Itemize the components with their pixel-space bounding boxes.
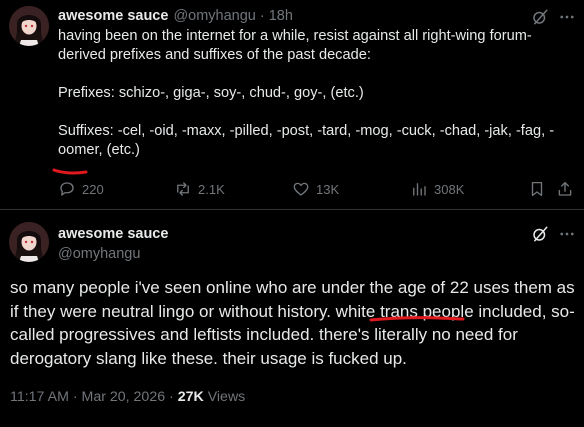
red-underline-annotation <box>52 168 88 175</box>
views-icon <box>413 183 426 196</box>
separator-dot: · <box>259 8 265 24</box>
tweet-1-prefixes: Prefixes: schizo-, giga-, soy-, chud-, g… <box>58 85 364 101</box>
author-name[interactable]: awesome sauce <box>58 8 168 24</box>
tweet-1-paragraph: having been on the internet for a while,… <box>58 28 532 63</box>
tweet-1-text: having been on the internet for a while,… <box>58 27 574 160</box>
author-handle[interactable]: @omyhangu <box>173 8 255 24</box>
tweet-2-text: so many people i've seen online who are … <box>10 278 575 368</box>
tweet-1: awesome sauce @omyhangu · 18h having bee… <box>0 0 584 210</box>
avatar[interactable] <box>9 6 49 46</box>
views-label: Views <box>203 389 246 405</box>
bookmark-icon <box>531 181 543 197</box>
avatar[interactable] <box>9 222 49 262</box>
post-timestamp[interactable]: 11:17 AM · Mar 20, 2026 · <box>10 389 178 405</box>
like-count: 13K <box>316 181 340 197</box>
views-count: 308K <box>434 181 465 197</box>
tweet-2-author: awesome sauce @omyhangu <box>58 224 168 264</box>
repost-button[interactable]: 2.1K <box>174 178 225 200</box>
repost-icon <box>177 182 189 196</box>
tweet-1-actions: 220 2.1K 13K 308K <box>58 178 578 200</box>
more-icon[interactable] <box>558 225 576 243</box>
share-button[interactable] <box>556 178 574 200</box>
grok-icon[interactable] <box>531 225 549 243</box>
views-button[interactable]: 308K <box>410 178 464 200</box>
heart-icon <box>293 182 309 196</box>
tweet-2-meta: 11:17 AM · Mar 20, 2026 · 27K Views <box>10 389 245 405</box>
author-handle[interactable]: @omyhangu <box>58 244 168 264</box>
more-icon[interactable] <box>558 8 576 26</box>
reply-count: 220 <box>82 181 104 197</box>
author-name[interactable]: awesome sauce <box>58 224 168 244</box>
share-icon <box>558 181 572 196</box>
tweet-1-header: awesome sauce @omyhangu · 18h <box>58 6 293 26</box>
views-count: 27K <box>177 389 204 405</box>
like-button[interactable]: 13K <box>292 178 339 200</box>
reply-button[interactable]: 220 <box>58 178 104 200</box>
repost-count: 2.1K <box>198 181 225 197</box>
tweet-1-suffixes: Suffixes: -cel, -oid, -maxx, -pilled, -p… <box>58 123 555 158</box>
post-time[interactable]: 18h <box>269 8 293 24</box>
reply-icon <box>60 182 74 196</box>
bookmark-button[interactable] <box>528 178 546 200</box>
grok-icon[interactable] <box>531 8 549 26</box>
red-underline-annotation <box>369 316 465 322</box>
